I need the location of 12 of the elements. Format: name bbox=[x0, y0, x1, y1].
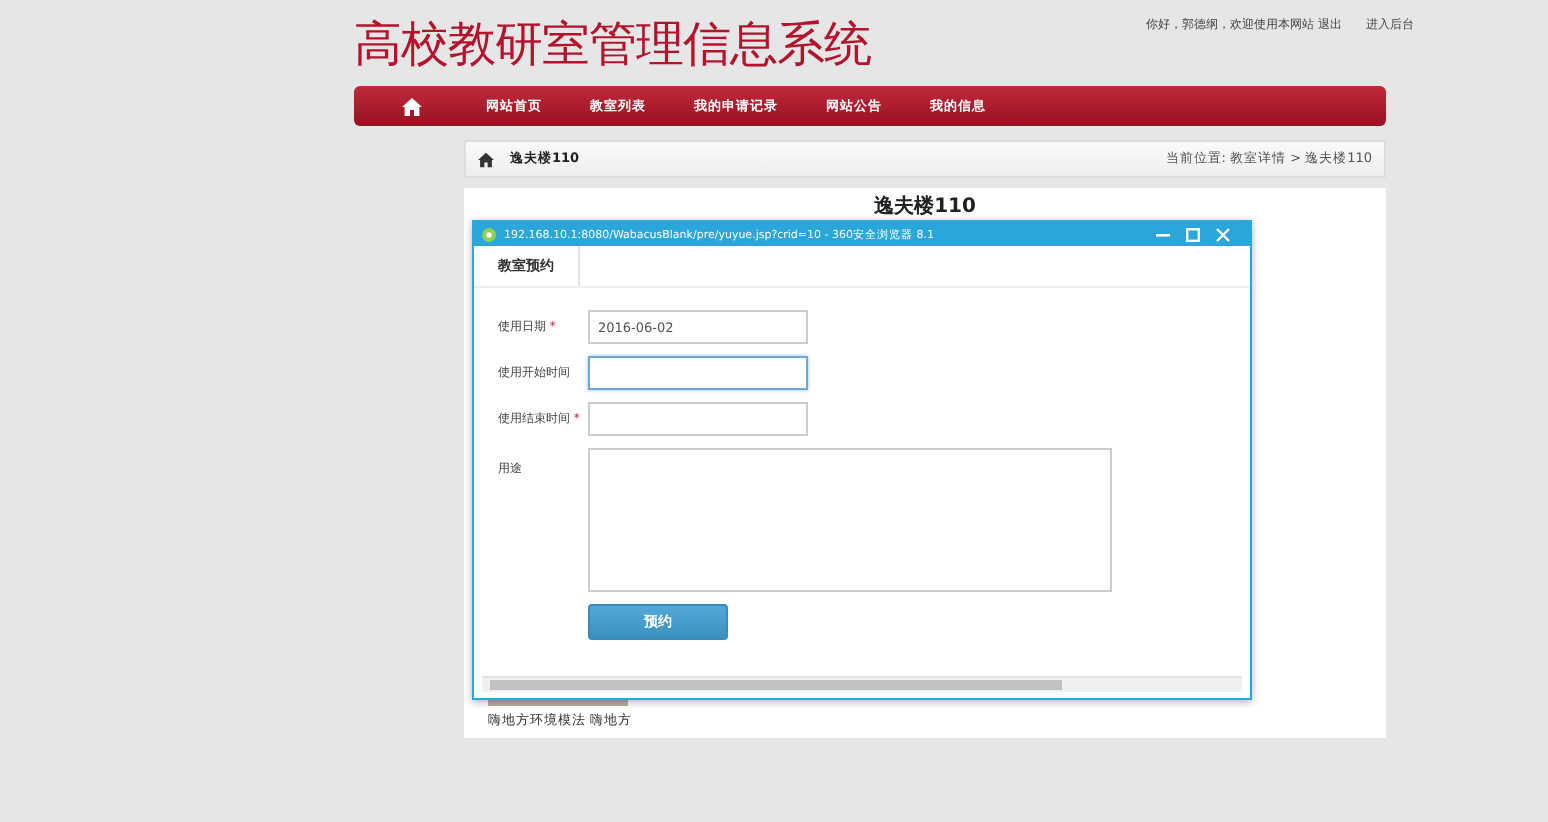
input-field[interactable] bbox=[588, 356, 808, 390]
site-title: 高校教研室管理信息系统 bbox=[354, 16, 871, 72]
browser-logo-icon bbox=[482, 227, 496, 241]
content-strip bbox=[488, 700, 628, 706]
close-icon[interactable] bbox=[1216, 227, 1230, 241]
home-icon[interactable] bbox=[402, 97, 422, 115]
content-title: 逸夫楼110 bbox=[872, 193, 978, 220]
maximize-icon[interactable] bbox=[1186, 227, 1200, 241]
input-field[interactable] bbox=[588, 402, 808, 436]
text-area[interactable] bbox=[588, 448, 1112, 592]
horizontal-scrollbar[interactable] bbox=[482, 676, 1242, 692]
home-icon[interactable] bbox=[478, 151, 494, 167]
